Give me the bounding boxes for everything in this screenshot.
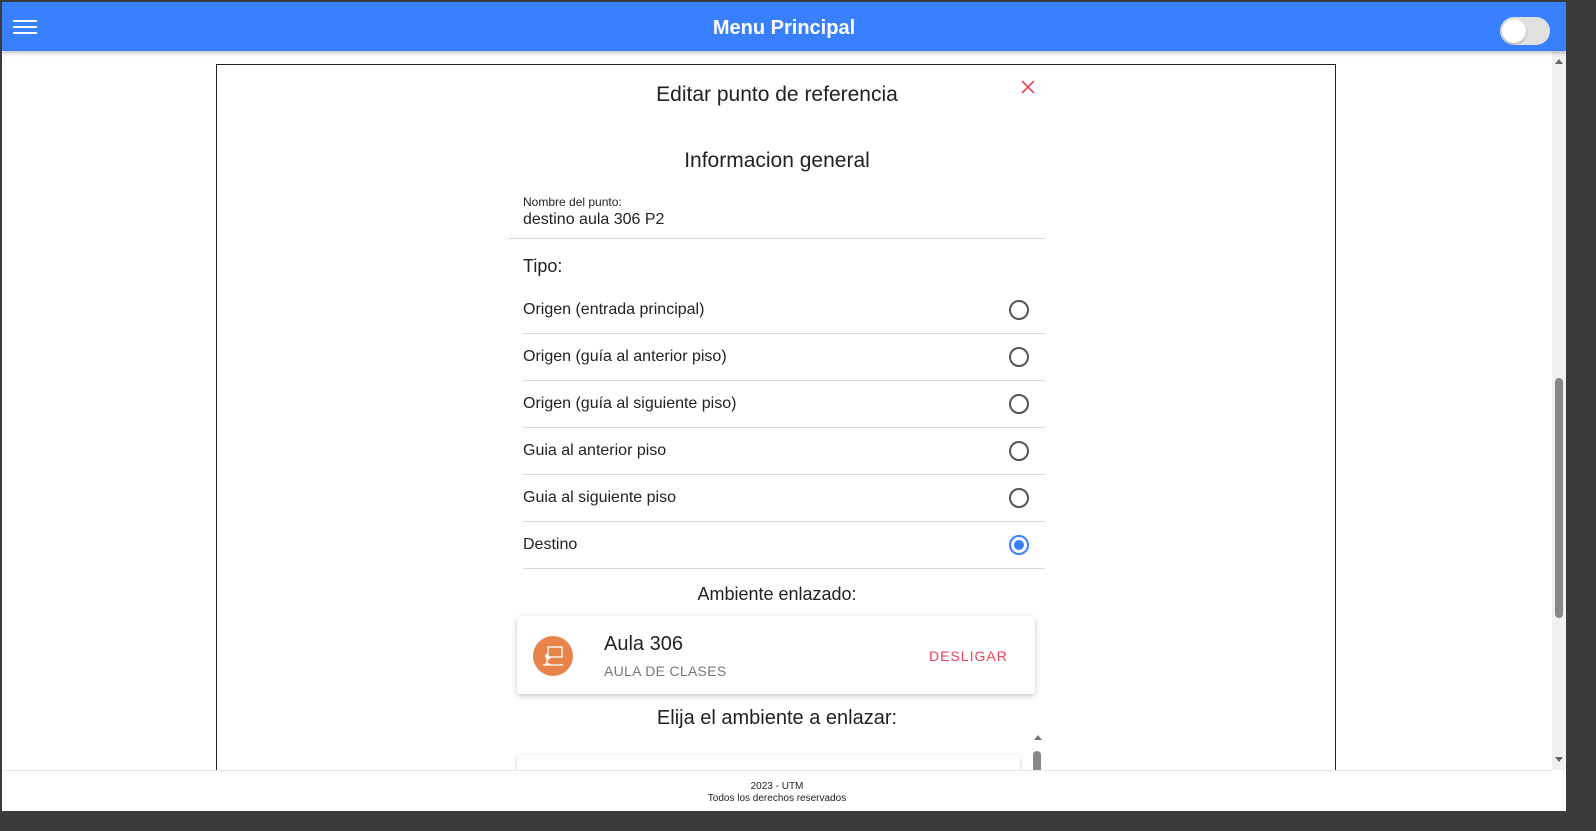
radio-option-destino[interactable]: Destino	[523, 522, 1045, 569]
radio-option-label: Origen (guía al anterior piso)	[523, 348, 727, 365]
classroom-icon	[533, 636, 573, 676]
radio-unchecked-icon[interactable]	[1009, 488, 1029, 508]
top-toolbar: Menu Principal	[2, 2, 1566, 51]
linked-env-type: AULA DE CLASES	[604, 663, 727, 679]
radio-unchecked-icon[interactable]	[1009, 394, 1029, 414]
radio-option-label: Guia al anterior piso	[523, 442, 667, 459]
radio-option-guia-anterior[interactable]: Guia al anterior piso	[523, 428, 1045, 475]
linked-env-title: Ambiente enlazado:	[697, 584, 857, 604]
radio-option-label: Guia al siguiente piso	[523, 489, 676, 506]
theme-toggle[interactable]	[1500, 17, 1550, 45]
radio-option-label: Destino	[523, 536, 578, 553]
radio-option-origen-anterior[interactable]: Origen (guía al anterior piso)	[523, 334, 1045, 381]
point-name-label: Nombre del punto:	[523, 195, 622, 209]
page-scrollbar[interactable]	[1552, 51, 1566, 770]
list-scroll-up-arrow[interactable]	[1034, 735, 1042, 740]
close-icon[interactable]	[1018, 77, 1038, 97]
linked-env-card: Aula 306 AULA DE CLASES DESLIGAR	[517, 616, 1035, 694]
modal-title: Editar punto de referencia	[656, 83, 898, 106]
scrollbar-thumb[interactable]	[1555, 378, 1563, 618]
linked-env-name: Aula 306	[604, 633, 683, 655]
radio-option-label: Origen (guía al siguiente piso)	[523, 395, 737, 412]
radio-unchecked-icon[interactable]	[1009, 441, 1029, 461]
edit-point-modal: Editar punto de referencia Informacion g…	[216, 64, 1336, 811]
footer: 2023 - UTM Todos los derechos reservados	[2, 770, 1552, 811]
radio-checked-icon[interactable]	[1009, 535, 1029, 555]
page-title: Menu Principal	[712, 17, 856, 39]
type-label: Tipo:	[523, 256, 563, 276]
scroll-down-arrow[interactable]	[1555, 757, 1563, 762]
radio-option-origen-siguiente[interactable]: Origen (guía al siguiente piso)	[523, 381, 1045, 428]
radio-option-label: Origen (entrada principal)	[523, 301, 705, 318]
app-window: Menu Principal Editar punto de referenci…	[2, 2, 1566, 811]
toggle-knob	[1502, 19, 1526, 43]
footer-rights: Todos los derechos reservados	[707, 793, 847, 804]
choose-env-title: Elija el ambiente a enlazar:	[656, 707, 898, 729]
point-name-field: Nombre del punto:	[508, 185, 1045, 239]
unlink-button[interactable]: DESLIGAR	[929, 648, 1008, 664]
point-name-input[interactable]	[523, 211, 1023, 229]
radio-option-guia-siguiente[interactable]: Guia al siguiente piso	[523, 475, 1045, 522]
scroll-up-arrow[interactable]	[1555, 59, 1563, 64]
radio-option-origen-entrada[interactable]: Origen (entrada principal)	[523, 287, 1045, 334]
radio-unchecked-icon[interactable]	[1009, 300, 1029, 320]
footer-copyright: 2023 - UTM	[750, 781, 804, 792]
general-info-title: Informacion general	[684, 149, 870, 172]
radio-unchecked-icon[interactable]	[1009, 347, 1029, 367]
